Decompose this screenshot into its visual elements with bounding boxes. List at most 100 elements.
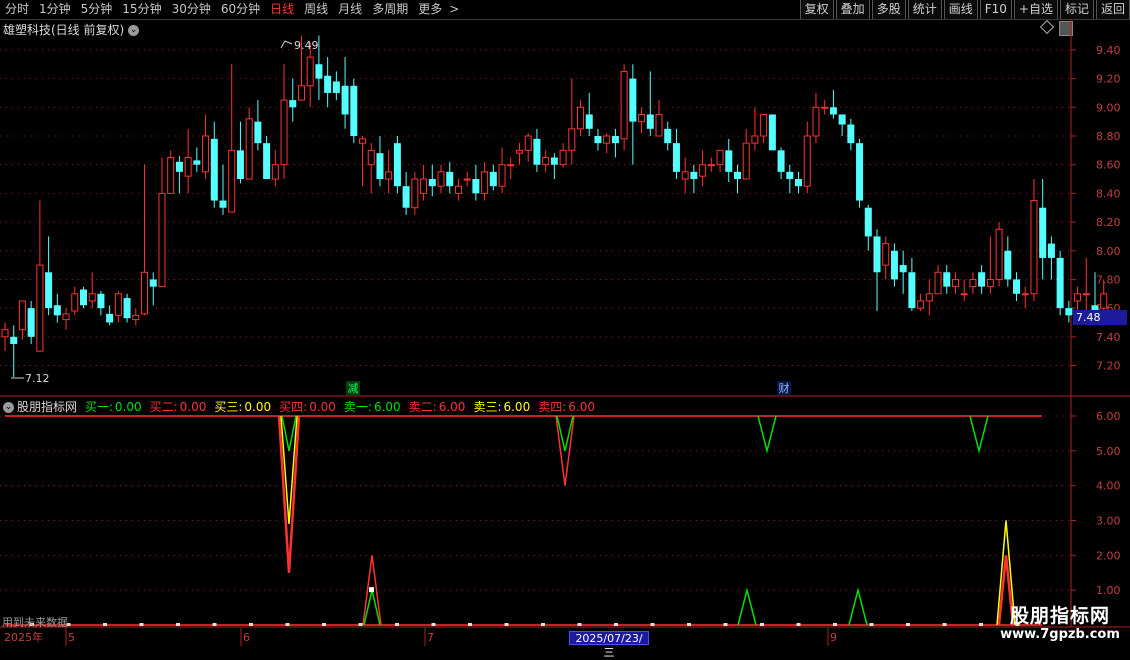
toolbar-button-3[interactable]: 统计 — [907, 0, 942, 19]
indicator-value-1: 买二: 0.00 — [150, 400, 211, 414]
period-tab-8[interactable]: 月线 — [333, 0, 367, 19]
candle-body — [263, 143, 271, 180]
period-tab-9[interactable]: 多周期 — [367, 0, 413, 19]
period-tab-1[interactable]: 1分钟 — [34, 0, 76, 19]
period-tab-7[interactable]: 周线 — [299, 0, 333, 19]
toolbar-button-6[interactable]: +自选 — [1013, 0, 1058, 19]
candle-body — [951, 278, 959, 288]
candle-body — [97, 293, 105, 309]
candle — [202, 114, 210, 180]
candle-body — [725, 150, 733, 172]
buy-signal — [848, 587, 868, 626]
candle — [71, 286, 79, 316]
candle — [777, 147, 785, 180]
period-tab-3[interactable]: 15分钟 — [117, 0, 166, 19]
candle-body — [716, 149, 724, 166]
candle-body — [210, 138, 218, 201]
candle-body — [376, 153, 384, 180]
low-price-label: 7.12 — [25, 372, 50, 385]
candle — [986, 236, 994, 294]
candle-body — [437, 171, 445, 187]
period-tab-4[interactable]: 30分钟 — [167, 0, 216, 19]
sell-signal — [281, 415, 297, 451]
indicator-value-6: 卖三: 6.00 — [473, 400, 534, 414]
candle-body — [603, 135, 611, 144]
month-label: 5 — [68, 631, 75, 644]
baseline-tick — [541, 623, 545, 626]
chevron-down-icon[interactable]: ⌄ — [128, 25, 140, 36]
candle — [184, 128, 192, 194]
high-arrow — [280, 40, 293, 49]
period-tab-10[interactable]: 更多 — [413, 0, 447, 19]
baseline-tick — [358, 623, 363, 626]
toolbar-button-5[interactable]: F10 — [979, 0, 1012, 19]
candle-body — [733, 171, 741, 180]
baseline-tick — [504, 623, 509, 626]
candle-body — [629, 78, 637, 122]
current-price-badge: 7.48 — [1073, 310, 1127, 325]
candle-body — [489, 171, 497, 187]
baseline-tick — [285, 623, 290, 626]
baseline-tick — [687, 623, 691, 626]
candle — [236, 121, 244, 184]
candle — [882, 236, 890, 280]
chevron-down-icon[interactable]: ⌄ — [3, 402, 14, 413]
baseline-tick — [395, 623, 399, 626]
candle-body — [1047, 243, 1055, 258]
toolbar-button-0[interactable]: 复权 — [799, 0, 834, 19]
candle-body — [228, 149, 236, 213]
candle-body — [123, 298, 131, 319]
buy-signal — [737, 587, 757, 626]
baseline-tick — [431, 623, 436, 626]
diamond-icon[interactable] — [1039, 19, 1055, 35]
panel-scroll-button[interactable] — [1059, 21, 1073, 36]
indicator-value-number: 6.00 — [373, 400, 401, 414]
price-tick-label: 7.80 — [1096, 273, 1121, 286]
toolbar-button-2[interactable]: 多股 — [871, 0, 906, 19]
indicator-value-label: 卖一: — [343, 400, 372, 414]
candle — [821, 100, 829, 115]
candle-body — [385, 171, 393, 180]
price-tick-label: 8.20 — [1096, 216, 1121, 229]
indicator-value-number: 6.00 — [568, 400, 595, 414]
candle-body — [864, 207, 872, 237]
candle-body — [202, 135, 210, 173]
candle-body — [908, 272, 916, 309]
baseline-tick — [796, 623, 801, 626]
period-tab-6[interactable]: 日线 — [265, 0, 299, 19]
candle-body — [611, 135, 619, 144]
toolbar-button-1[interactable]: 叠加 — [835, 0, 870, 19]
candle — [315, 35, 323, 101]
baseline-tick — [723, 623, 728, 626]
period-tab-2[interactable]: 5分钟 — [76, 0, 118, 19]
price-tick-label: 7.40 — [1096, 331, 1121, 344]
candle-body — [638, 113, 646, 123]
candle — [1047, 236, 1055, 280]
toolbar-button-7[interactable]: 标记 — [1059, 0, 1094, 19]
candle-body — [594, 135, 602, 144]
candle-body — [943, 272, 951, 287]
candle-body — [306, 56, 314, 87]
candle-body — [245, 118, 253, 180]
toolbar-button-8[interactable]: 返回 — [1095, 0, 1130, 19]
candle — [437, 164, 445, 194]
candle — [629, 64, 637, 165]
candle — [742, 128, 750, 180]
candle-body — [149, 279, 157, 287]
stock-title[interactable]: 雄塑科技(日线 前复权) ⌄ — [3, 21, 140, 38]
chevron-right-icon[interactable]: > — [447, 0, 461, 19]
candle-body — [88, 293, 96, 302]
candle-body — [646, 114, 654, 129]
candle-body — [917, 300, 925, 309]
candle-body — [1030, 200, 1038, 295]
period-tab-0[interactable]: 分时 — [0, 0, 34, 19]
candle — [350, 78, 358, 144]
period-tab-5[interactable]: 60分钟 — [216, 0, 265, 19]
candle-body — [568, 128, 576, 151]
indicator-tick-label: 1.00 — [1096, 584, 1121, 597]
indicator-title: ⌄ 股朋指标网 买一: 0.00 买二: 0.00 买三: 0.00 买四: 0.00 卖一: 6.… — [3, 398, 603, 415]
candle — [786, 164, 794, 194]
candle — [1056, 250, 1064, 316]
toolbar-button-4[interactable]: 画线 — [943, 0, 978, 19]
baseline-tick — [139, 623, 144, 626]
